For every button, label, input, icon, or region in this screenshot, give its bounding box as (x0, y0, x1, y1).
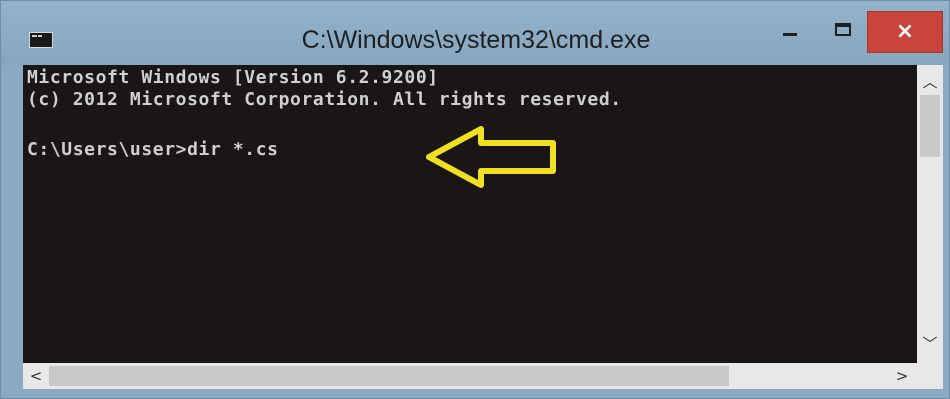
horizontal-scrollbar[interactable]: < > (23, 363, 917, 389)
minimize-icon (783, 33, 797, 36)
close-button[interactable]: × (867, 11, 943, 53)
maximize-icon (835, 23, 851, 36)
window-title: C:\Windows\system32\cmd.exe (301, 26, 651, 54)
vertical-scrollbar[interactable]: ︿ ﹀ (917, 65, 943, 363)
vertical-scroll-thumb[interactable] (920, 95, 940, 157)
console-line-version: Microsoft Windows [Version 6.2.9200] (27, 67, 439, 88)
cmd-window: C:\Windows\system32\cmd.exe × Microsoft … (0, 0, 950, 399)
scroll-up-icon[interactable]: ︿ (917, 69, 943, 95)
console-output[interactable]: Microsoft Windows [Version 6.2.9200] (c)… (23, 65, 917, 363)
console-line-copyright: (c) 2012 Microsoft Corporation. All righ… (27, 89, 622, 110)
close-icon: × (895, 19, 915, 44)
title-bar[interactable]: C:\Windows\system32\cmd.exe × (1, 1, 949, 65)
scroll-right-icon[interactable]: > (889, 363, 915, 389)
scrollbar-corner (917, 363, 943, 389)
command-prompt-line[interactable]: C:\Users\user>dir *.cs (27, 139, 279, 161)
left-arrow-icon (426, 126, 556, 188)
maximize-button[interactable] (819, 11, 867, 53)
arrow-outline (426, 126, 556, 188)
horizontal-scroll-thumb[interactable] (49, 366, 729, 386)
minimize-button[interactable] (761, 11, 819, 53)
scroll-left-icon[interactable]: < (23, 363, 49, 389)
scroll-down-icon[interactable]: ﹀ (917, 331, 943, 357)
console-icon[interactable] (29, 32, 53, 48)
